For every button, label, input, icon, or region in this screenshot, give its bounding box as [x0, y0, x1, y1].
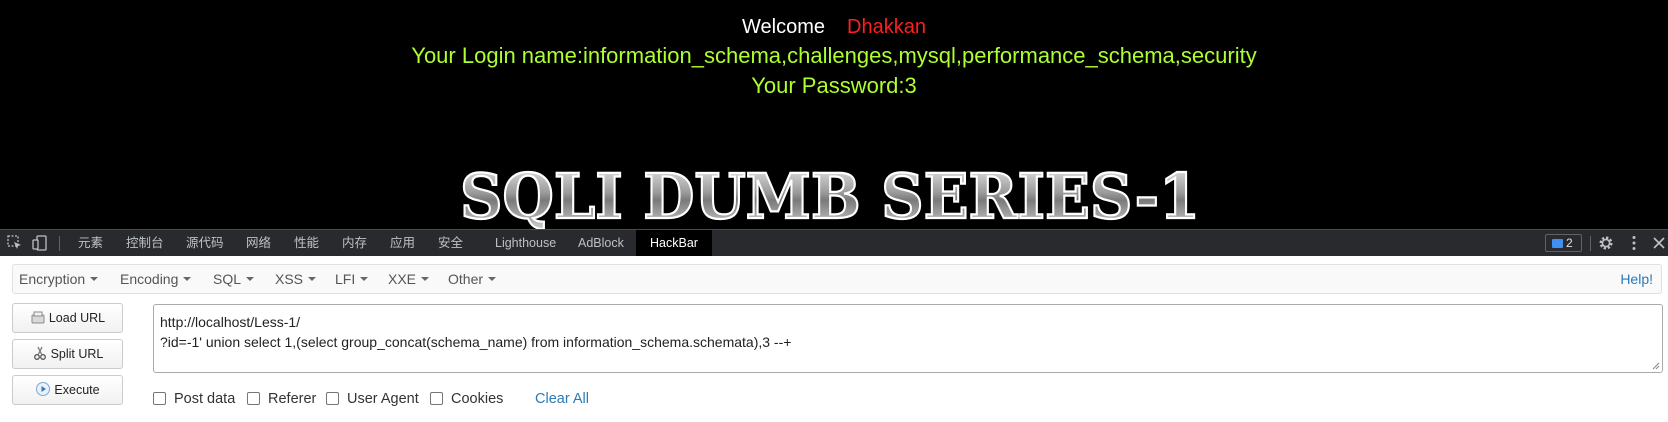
load-url-button[interactable]: Load URL [12, 303, 123, 333]
menu-sql[interactable]: SQL [213, 271, 255, 287]
referer-option[interactable]: Referer [247, 391, 316, 407]
post-data-label: Post data [174, 391, 236, 407]
post-data-option[interactable]: Post data [153, 391, 235, 407]
issues-icon [1552, 239, 1563, 248]
play-icon [36, 382, 51, 396]
menu-label: Encoding [120, 271, 179, 287]
caret-down-icon [421, 277, 430, 281]
load-url-label: Load URL [48, 311, 106, 325]
inspect-icon[interactable] [6, 234, 24, 252]
menu-label: Other [448, 271, 484, 287]
menu-label: XXE [388, 271, 417, 287]
clear-all-link[interactable]: Clear All [535, 391, 589, 407]
gear-icon[interactable] [1597, 234, 1615, 252]
menu-encoding[interactable]: Encoding [120, 271, 192, 287]
execute-label: Execute [54, 383, 100, 397]
caret-down-icon [308, 277, 317, 281]
menu-label: Encryption [19, 271, 86, 287]
tab-separator [1590, 236, 1591, 251]
welcome-label: Welcome [742, 16, 826, 38]
login-name-result: Your Login name:information_schema,chall… [411, 43, 1257, 68]
load-url-icon [31, 311, 45, 324]
user-agent-option[interactable]: User Agent [326, 391, 419, 407]
welcome-line: Welcome Dhakkan [0, 16, 1668, 39]
page-viewport: Welcome Dhakkan Your Login name:informati… [0, 0, 1668, 229]
tab-memory[interactable]: 内存 [334, 230, 375, 256]
menu-label: XSS [275, 271, 304, 287]
caret-down-icon [90, 277, 99, 281]
menu-other[interactable]: Other [448, 271, 497, 287]
user-agent-checkbox[interactable] [326, 392, 339, 405]
split-url-label: Split URL [50, 347, 104, 361]
caret-down-icon [488, 277, 497, 281]
user-agent-label: User Agent [347, 391, 419, 407]
tab-performance[interactable]: 性能 [286, 230, 327, 256]
device-toggle-icon[interactable] [31, 234, 49, 252]
cookies-checkbox[interactable] [430, 392, 443, 405]
cookies-label: Cookies [451, 391, 504, 407]
banner-text: SQLI DUMB SERIES-1 [460, 160, 1200, 229]
welcome-username: Dhakkan [847, 16, 926, 38]
tab-adblock[interactable]: AdBlock [570, 230, 632, 256]
resize-grip-icon[interactable] [1652, 362, 1660, 370]
menu-label: LFI [335, 271, 356, 287]
tab-console[interactable]: 控制台 [118, 230, 172, 256]
tab-security[interactable]: 安全 [430, 230, 471, 256]
tab-sources[interactable]: 源代码 [178, 230, 232, 256]
tab-application[interactable]: 应用 [382, 230, 423, 256]
menu-xss[interactable]: XSS [275, 271, 317, 287]
close-icon[interactable] [1650, 234, 1668, 252]
kebab-menu-icon[interactable] [1625, 234, 1643, 252]
menu-encryption[interactable]: Encryption [19, 271, 99, 287]
tab-hackbar[interactable]: HackBar [636, 230, 712, 256]
devtools-tab-bar: 元素 控制台 源代码 网络 性能 内存 应用 安全 Lighthouse AdB… [0, 229, 1668, 256]
issues-count: 2 [1566, 236, 1573, 250]
split-url-button[interactable]: Split URL [12, 339, 123, 369]
hackbar-menu-bar: Encryption Encoding SQL XSS LFI XXE Othe… [12, 264, 1662, 294]
tab-lighthouse[interactable]: Lighthouse [487, 230, 564, 256]
tab-elements[interactable]: 元素 [70, 230, 111, 256]
caret-down-icon [183, 277, 192, 281]
caret-down-icon [360, 277, 369, 281]
cookies-option[interactable]: Cookies [430, 391, 503, 407]
issues-badge[interactable]: 2 [1545, 234, 1582, 252]
hackbar-panel: Encryption Encoding SQL XSS LFI XXE Othe… [0, 256, 1668, 422]
menu-lfi[interactable]: LFI [335, 271, 369, 287]
tab-network[interactable]: 网络 [238, 230, 279, 256]
sqli-dumb-series-banner: SQLI DUMB SERIES-1 [459, 160, 1201, 229]
referer-label: Referer [268, 391, 317, 407]
url-textarea[interactable]: http://localhost/Less-1/ ?id=-1' union s… [153, 304, 1663, 373]
menu-label: SQL [213, 271, 242, 287]
caret-down-icon [246, 277, 255, 281]
post-data-checkbox[interactable] [153, 392, 166, 405]
execute-button[interactable]: Execute [12, 375, 123, 405]
referer-checkbox[interactable] [247, 392, 260, 405]
help-link[interactable]: Help! [1620, 271, 1653, 287]
menu-xxe[interactable]: XXE [388, 271, 430, 287]
tab-separator [59, 236, 60, 251]
scissors-icon [33, 346, 46, 360]
password-result: Your Password:3 [751, 73, 917, 98]
